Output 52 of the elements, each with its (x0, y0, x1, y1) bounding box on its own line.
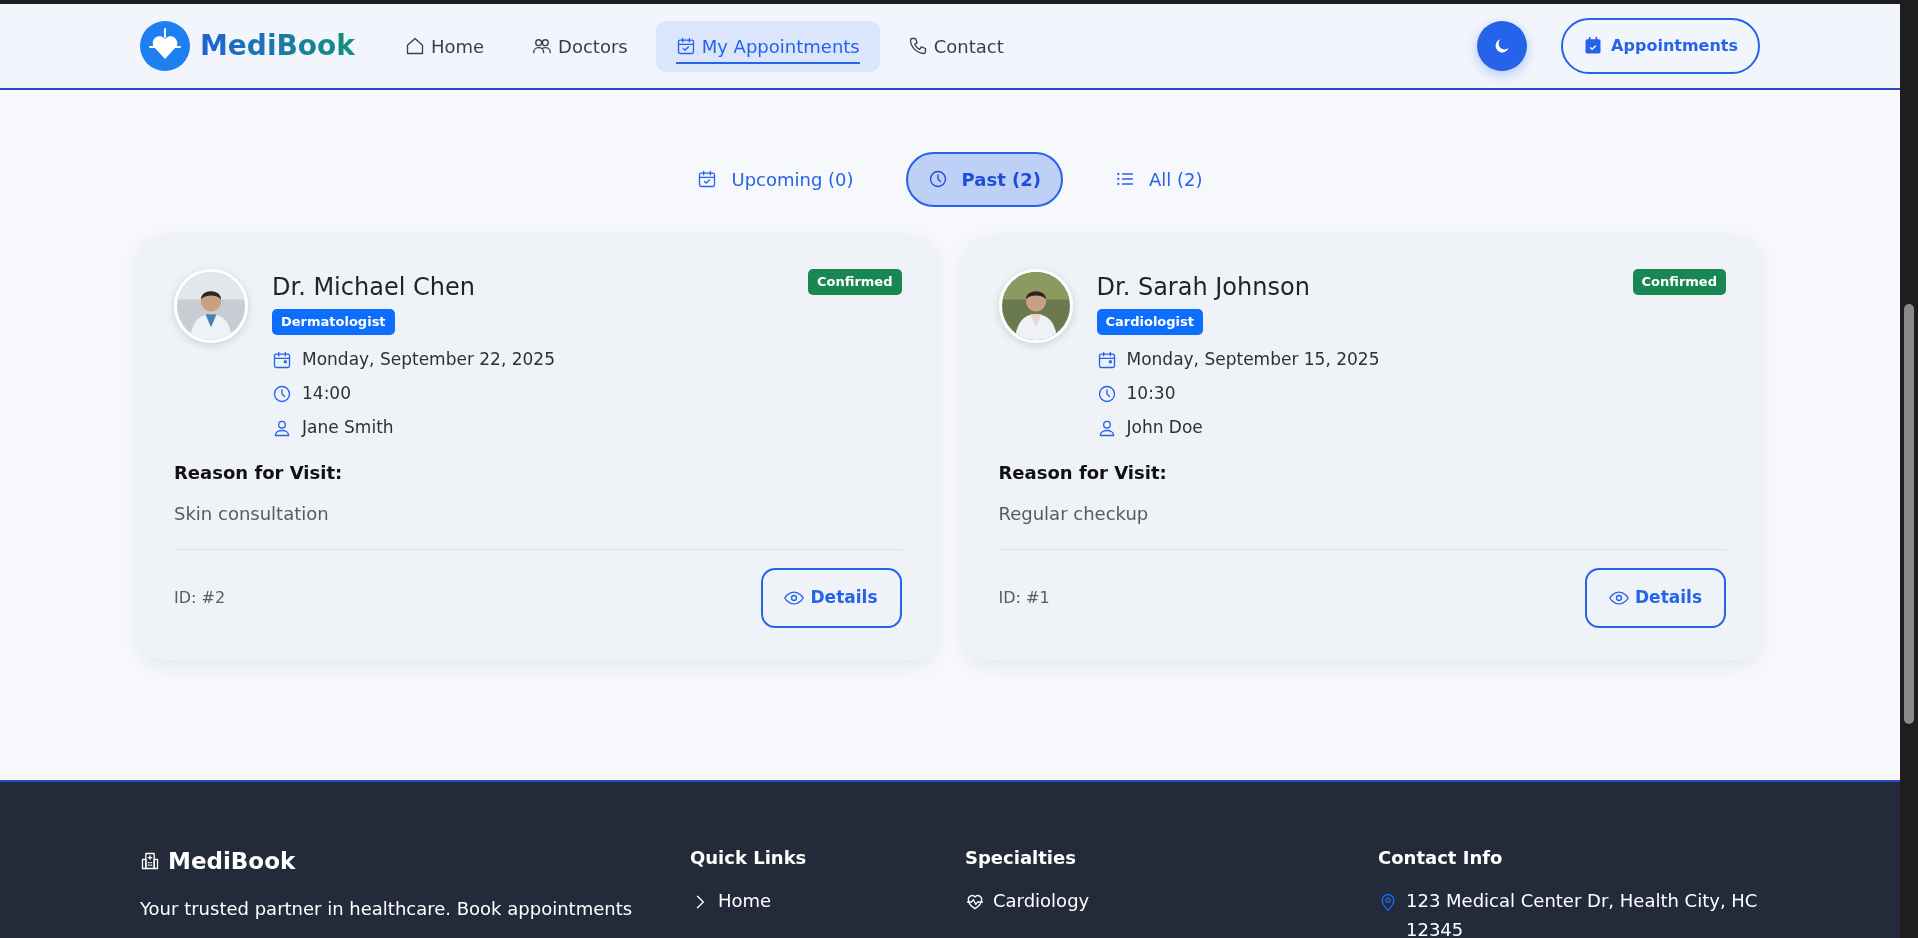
calendar-icon (697, 169, 718, 189)
footer-heading: Specialties (965, 846, 1077, 870)
calendar-icon (1096, 349, 1117, 370)
details-button[interactable]: Details (1585, 567, 1726, 628)
clock-icon (927, 169, 948, 189)
scrollbar[interactable] (1900, 0, 1918, 938)
theme-toggle-button[interactable] (1477, 21, 1528, 71)
filter-tab[interactable]: Past (2) (905, 151, 1063, 207)
specialty-badge: Dermatologist (272, 309, 395, 335)
appointment-date: Monday, September 22, 2025 (302, 347, 555, 371)
nav-link[interactable]: Home (384, 20, 505, 72)
doctor-name: Dr. Sarah Johnson (1096, 272, 1311, 303)
appointments-button[interactable]: Appointments (1561, 18, 1760, 74)
logo-icon (140, 21, 190, 71)
filter-tab[interactable]: Upcoming (0) (675, 151, 876, 207)
footer-heading: Quick Links (690, 846, 808, 870)
details-button[interactable]: Details (760, 567, 902, 628)
footer-brand: MediBook (168, 847, 296, 876)
nav-link[interactable]: Doctors (512, 20, 648, 72)
house-icon (404, 36, 425, 56)
patient-name: John Doe (1126, 415, 1203, 439)
footer-link[interactable]: Cardiology (993, 887, 1090, 916)
status-badge: Confirmed (808, 269, 902, 295)
appointment-id: ID: #1 (998, 586, 1050, 609)
appointment-time: 10:30 (1126, 381, 1176, 405)
doctor-name: Dr. Michael Chen (272, 272, 476, 303)
appointment-time: 14:00 (302, 381, 351, 405)
footer-heading: Contact Info (1378, 846, 1504, 870)
heart-pulse-icon (965, 892, 985, 912)
calendar-icon (1583, 36, 1604, 56)
patient-name: Jane Smith (302, 415, 394, 439)
appointment-id: ID: #2 (174, 586, 226, 609)
nav-link[interactable]: My Appointments (655, 20, 880, 72)
reason-text: Skin consultation (174, 501, 330, 526)
footer-link[interactable]: Home (718, 887, 772, 916)
footer-description: Your trusted partner in healthcare. Book appointments (140, 896, 634, 921)
reason-text: Regular checkup (998, 501, 1150, 526)
clock-icon (272, 383, 292, 404)
clock-icon (1096, 383, 1117, 404)
hospital-icon (140, 851, 160, 872)
calendar-icon (675, 36, 696, 56)
status-badge: Confirmed (1632, 269, 1726, 295)
appointment-date: Monday, September 15, 2025 (1126, 347, 1380, 371)
phone-icon (907, 36, 928, 56)
people-icon (532, 36, 553, 56)
specialty-badge: Cardiologist (1096, 309, 1204, 335)
nav-link[interactable]: Contact (887, 20, 1024, 72)
reason-label: Reason for Visit: (998, 460, 1168, 485)
contact-address: 123 Medical Center Dr, Health City, HC 12345 (1406, 889, 1758, 938)
filter-tab[interactable]: All (2) (1093, 151, 1225, 207)
reason-label: Reason for Visit: (174, 460, 344, 485)
calendar-icon (272, 349, 292, 370)
